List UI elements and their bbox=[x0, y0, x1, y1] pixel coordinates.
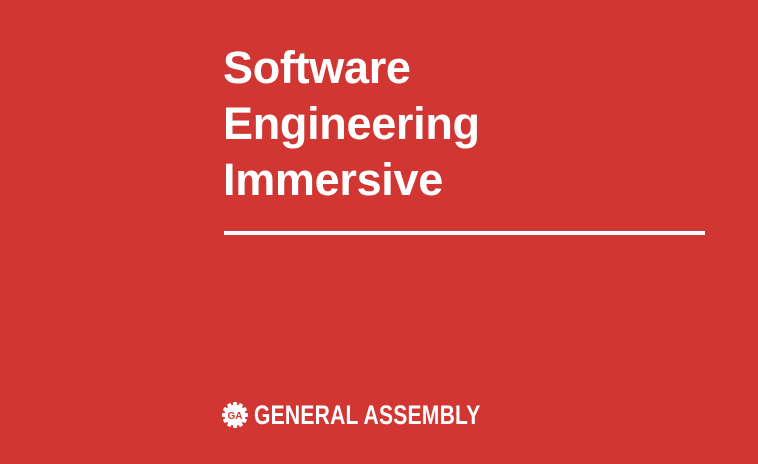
title-line: Immersive bbox=[223, 154, 443, 205]
title-line: Software bbox=[223, 42, 411, 93]
logo-wordmark: GENERAL ASSEMBLY bbox=[254, 399, 481, 430]
general-assembly-logo: GA GENERAL ASSEMBLY bbox=[222, 400, 544, 430]
svg-text:GA: GA bbox=[228, 411, 243, 422]
title-line: Engineering bbox=[223, 98, 480, 149]
ga-gear-icon: GA bbox=[222, 402, 248, 428]
slide-title: Software Engineering Immersive bbox=[223, 40, 480, 208]
title-divider bbox=[224, 231, 705, 235]
